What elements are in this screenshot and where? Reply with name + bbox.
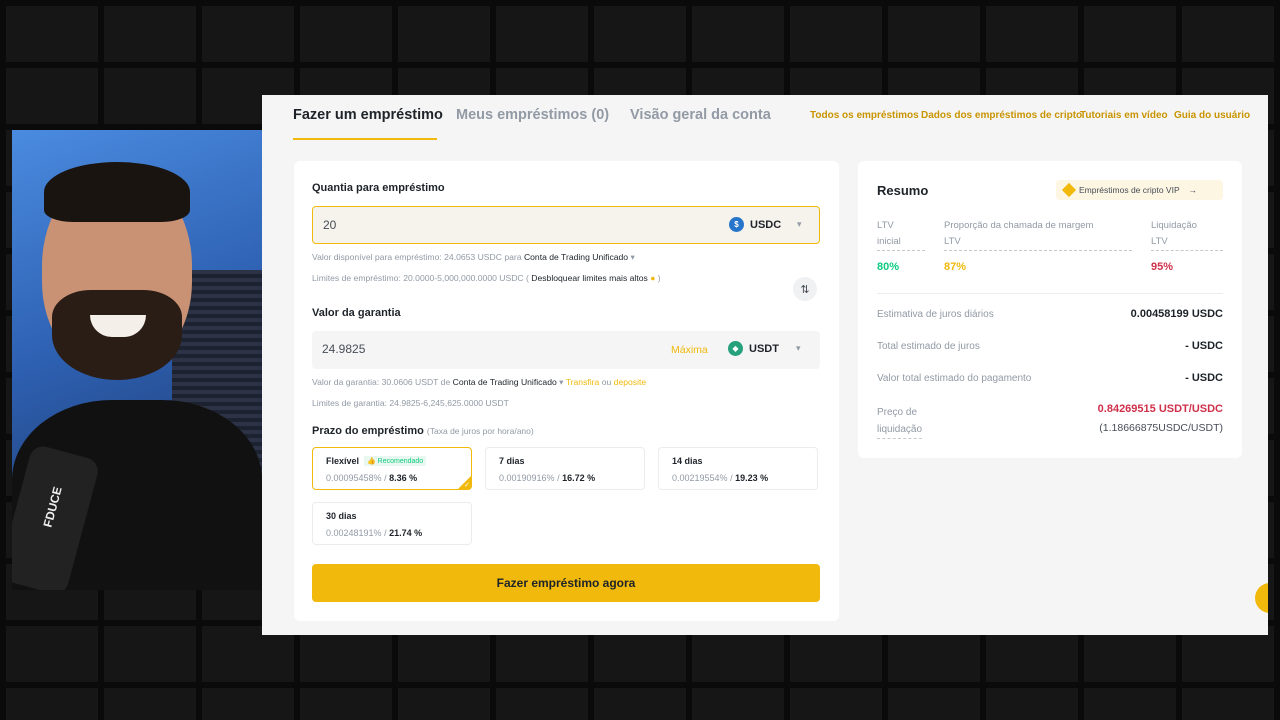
term-rate: 0.00095458% / 8.36 % (326, 473, 418, 483)
term-rate: 0.00219554% / 19.23 % (672, 473, 769, 483)
daily-interest-value: 0.00458199 USDC (1130, 308, 1223, 320)
loan-form-card: Quantia para empréstimo 20 $ USDC ▾ Valo… (294, 161, 839, 621)
term-option-30-days[interactable]: 30 dias 0.00248191% / 21.74 % (312, 502, 472, 545)
chat-support-icon[interactable] (1255, 583, 1268, 613)
fire-icon: ● (650, 273, 656, 283)
collateral-amount-value: 24.9825 (322, 342, 366, 356)
chevron-down-icon[interactable]: ▾ (559, 377, 563, 387)
max-button[interactable]: Máxima (671, 344, 708, 356)
liquidation-price-value: 0.84269515 USDT/USDC (1097, 403, 1223, 415)
liquidation-ltv-label: Liquidação LTV (1151, 218, 1223, 251)
collateral-coin-label: USDT (749, 342, 779, 355)
loan-coin-label: USDC (750, 218, 782, 231)
loan-amount-label: Quantia para empréstimo (312, 182, 445, 194)
total-interest-label: Total estimado de juros (877, 341, 980, 352)
collateral-limits: Limites de garantia: 24.9825-6,245,625.0… (312, 398, 509, 408)
swap-icon[interactable]: ⇅ (793, 277, 817, 301)
loan-limits: Limites de empréstimo: 20.0000-5,000,000… (312, 273, 661, 283)
collateral-amount-input[interactable]: 24.9825 Máxima ◆ USDT ▾ (312, 331, 820, 369)
deposit-link[interactable]: deposite (614, 377, 647, 387)
term-name: Flexível (326, 456, 360, 466)
total-repayment-label: Valor total estimado do pagamento (877, 373, 1032, 384)
chevron-down-icon[interactable]: ▾ (797, 219, 802, 230)
liquidation-price-inverse: (1.18666875USDC/USDT) (1099, 422, 1223, 434)
tab-account-overview[interactable]: Visão geral da conta (630, 107, 771, 123)
collateral-coin-selector[interactable]: ◆ USDT (728, 341, 779, 356)
webcam-overlay: FDUCE (12, 130, 262, 590)
usdt-coin-icon: ◆ (728, 341, 743, 356)
term-rate: 0.00190916% / 16.72 % (499, 473, 596, 483)
summary-card: Resumo Empréstimos de cripto VIP → LTV in… (858, 161, 1242, 458)
crypto-loan-panel: Fazer um empréstimo Meus empréstimos (0)… (262, 95, 1268, 635)
top-navigation: Fazer um empréstimo Meus empréstimos (0)… (262, 95, 1268, 141)
link-crypto-loan-data[interactable]: Dados dos empréstimos de cripto (921, 110, 1082, 121)
link-user-guide[interactable]: Guia do usuário (1174, 110, 1250, 121)
borrow-now-button[interactable]: Fazer empréstimo agora (312, 564, 820, 602)
loan-term-label: Prazo do empréstimo (Taxa de juros por h… (312, 425, 534, 437)
term-name: 14 dias (672, 456, 703, 466)
total-interest-value: - USDC (1185, 340, 1223, 352)
summary-title: Resumo (877, 183, 929, 198)
check-icon: ✓ (464, 482, 470, 489)
liquidation-ltv-value: 95% (1151, 261, 1174, 273)
arrow-right-icon: → (1188, 185, 1198, 195)
loan-amount-value: 20 (323, 218, 337, 232)
tab-my-loans[interactable]: Meus empréstimos (0) (456, 107, 609, 123)
term-option-7-days[interactable]: 7 dias 0.00190916% / 16.72 % (485, 447, 645, 490)
loan-term-hint: (Taxa de juros por hora/ano) (426, 426, 534, 436)
chevron-down-icon[interactable]: ▾ (796, 343, 801, 354)
daily-interest-label: Estimativa de juros diários (877, 309, 994, 320)
loan-limits-suffix: ) (657, 273, 661, 283)
total-repayment-value: - USDC (1185, 372, 1223, 384)
collateral-value: Valor da garantia: 30.0606 USDT de Conta… (312, 377, 646, 388)
or-text: ou (601, 377, 612, 387)
available-text: Valor disponível para empréstimo: 24.065… (312, 252, 522, 262)
divider (877, 293, 1223, 294)
collateral-label: Valor da garantia (312, 307, 401, 319)
unlock-limits-link[interactable]: Desbloquear limites mais altos (531, 273, 648, 283)
active-tab-indicator (293, 138, 437, 140)
collateral-account-link[interactable]: Conta de Trading Unificado (453, 377, 557, 387)
vip-loans-button[interactable]: Empréstimos de cripto VIP → (1056, 180, 1223, 200)
transfer-link[interactable]: Transfira (566, 377, 600, 387)
link-all-loans[interactable]: Todos os empréstimos (810, 110, 919, 121)
initial-ltv-value: 80% (877, 261, 900, 273)
margin-call-ltv-value: 87% (944, 261, 967, 273)
term-rate: 0.00248191% / 21.74 % (326, 528, 423, 538)
chevron-down-icon[interactable]: ▾ (630, 252, 634, 262)
presenter-hair (44, 162, 190, 222)
vip-icon (1061, 182, 1077, 198)
liquidation-price-label: Preço de liquidação (877, 404, 923, 439)
available-account-link[interactable]: Conta de Trading Unificado (524, 252, 628, 262)
available-to-borrow: Valor disponível para empréstimo: 24.065… (312, 252, 635, 263)
loan-term-title: Prazo do empréstimo (312, 425, 424, 437)
loan-coin-selector[interactable]: $ USDC (729, 217, 781, 232)
link-video-tutorials[interactable]: Tutoriais em vídeo (1080, 110, 1168, 121)
term-name: 7 dias (499, 456, 525, 466)
tab-make-loan[interactable]: Fazer um empréstimo (293, 107, 443, 123)
usdc-coin-icon: $ (729, 217, 744, 232)
loan-amount-input[interactable]: 20 $ USDC ▾ (312, 206, 820, 244)
term-option-14-days[interactable]: 14 dias 0.00219554% / 19.23 % (658, 447, 818, 490)
initial-ltv-label: LTV inicial (877, 218, 925, 251)
vip-label: Empréstimos de cripto VIP (1079, 185, 1180, 195)
loan-limits-text: Limites de empréstimo: 20.0000-5,000,000… (312, 273, 529, 283)
collateral-value-text: Valor da garantia: 30.0606 USDT de (312, 377, 451, 387)
term-name: 30 dias (326, 511, 357, 521)
term-option-flexible[interactable]: Flexível 👍 Recomendado 0.00095458% / 8.3… (312, 447, 472, 490)
margin-call-ltv-label: Proporção da chamada de margem LTV (944, 218, 1132, 251)
recommended-badge: 👍 Recomendado (364, 456, 427, 466)
